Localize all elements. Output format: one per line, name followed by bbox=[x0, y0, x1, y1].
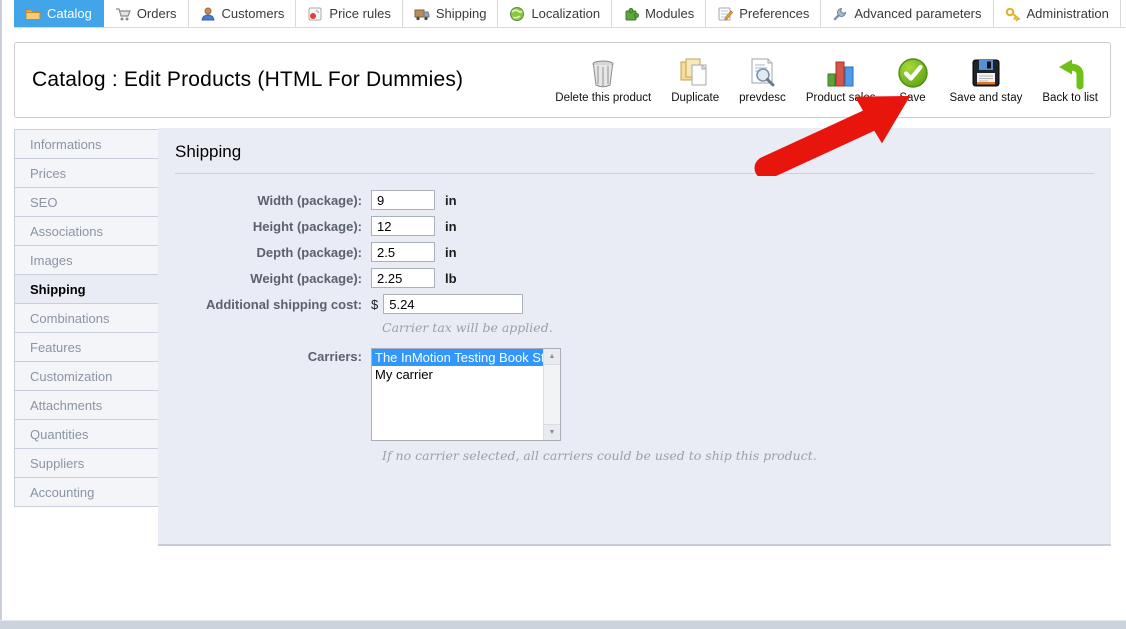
toolbar-button-label: Save and stay bbox=[949, 92, 1023, 104]
sidebar-item-seo[interactable]: SEO bbox=[14, 187, 159, 217]
sidebar-item-shipping[interactable]: Shipping bbox=[14, 274, 159, 304]
toolbar-button-label: Delete this product bbox=[555, 92, 652, 104]
top-navigation: Catalog Orders Customers Price rules Shi… bbox=[14, 0, 1126, 28]
sidebar-item-combinations[interactable]: Combinations bbox=[14, 303, 159, 333]
sidebar-item-features[interactable]: Features bbox=[14, 332, 159, 362]
height-input[interactable] bbox=[371, 216, 435, 236]
notepad-pencil-icon bbox=[717, 6, 734, 22]
nav-tab-label: Customers bbox=[221, 6, 285, 21]
nav-tab-stats[interactable]: Stats bbox=[1121, 0, 1126, 27]
toolbar-button-label: Duplicate bbox=[671, 92, 720, 104]
carriers-multiselect[interactable]: The InMotion Testing Book Store My carri… bbox=[371, 348, 561, 441]
nav-tab-label: Administration bbox=[1026, 6, 1109, 21]
window-left-edge bbox=[0, 0, 2, 629]
shipping-form: Width (package): in Height (package): in… bbox=[158, 190, 1111, 463]
back-to-list-button[interactable]: Back to list bbox=[1042, 56, 1098, 104]
duplicate-icon bbox=[678, 56, 712, 90]
weight-label: Weight (package): bbox=[250, 270, 362, 286]
additional-shipping-cost-input[interactable] bbox=[383, 294, 524, 314]
width-input[interactable] bbox=[371, 190, 435, 210]
scroll-down-arrow-icon[interactable]: ▼ bbox=[544, 424, 560, 440]
shipping-panel: Shipping Width (package): in Height (pac… bbox=[158, 128, 1111, 546]
carriers-label: Carriers: bbox=[307, 349, 362, 364]
nav-tab-label: Advanced parameters bbox=[854, 6, 982, 21]
nav-tab-label: Localization bbox=[531, 6, 601, 21]
section-heading: Shipping bbox=[175, 142, 242, 161]
back-arrow-icon bbox=[1053, 56, 1087, 90]
carrier-option[interactable]: My carrier bbox=[372, 366, 543, 383]
floppy-disk-icon bbox=[969, 56, 1003, 90]
folder-icon bbox=[25, 6, 41, 22]
nav-tab-preferences[interactable]: Preferences bbox=[706, 0, 822, 27]
sidebar-item-attachments[interactable]: Attachments bbox=[14, 390, 159, 420]
price-tag-icon bbox=[307, 6, 323, 22]
nav-tab-label: Modules bbox=[645, 6, 695, 21]
sidebar-item-images[interactable]: Images bbox=[14, 245, 159, 275]
height-unit-label: in bbox=[445, 218, 457, 234]
depth-unit-label: in bbox=[445, 244, 457, 260]
product-edit-sidebar: Informations Prices SEO Associations Ima… bbox=[14, 129, 159, 507]
carriers-option-list: The InMotion Testing Book Store My carri… bbox=[372, 349, 543, 383]
duplicate-button[interactable]: Duplicate bbox=[671, 56, 719, 104]
nav-tab-price-rules[interactable]: Price rules bbox=[296, 0, 403, 27]
nav-tab-label: Shipping bbox=[435, 6, 487, 21]
nav-tab-shipping[interactable]: Shipping bbox=[403, 0, 499, 27]
puzzle-icon bbox=[623, 6, 640, 22]
horizontal-scrollbar-track[interactable] bbox=[0, 620, 1126, 629]
carrier-option-selected[interactable]: The InMotion Testing Book Store bbox=[372, 349, 543, 366]
sidebar-item-customization[interactable]: Customization bbox=[14, 361, 159, 391]
save-and-stay-button[interactable]: Save and stay bbox=[949, 56, 1023, 104]
no-carrier-note: If no carrier selected, all carriers cou… bbox=[382, 448, 817, 463]
nav-tab-catalog[interactable]: Catalog bbox=[14, 0, 104, 27]
sidebar-item-prices[interactable]: Prices bbox=[14, 158, 159, 188]
globe-icon bbox=[509, 6, 525, 22]
nav-tab-label: Catalog bbox=[47, 6, 92, 21]
depth-label: Depth (package): bbox=[256, 244, 362, 260]
nav-tab-advanced-parameters[interactable]: Advanced parameters bbox=[821, 0, 994, 27]
delete-product-button[interactable]: Delete this product bbox=[555, 56, 651, 104]
nav-tab-localization[interactable]: Localization bbox=[498, 0, 613, 27]
customer-icon bbox=[200, 6, 216, 22]
sidebar-item-accounting[interactable]: Accounting bbox=[14, 477, 159, 507]
truck-icon bbox=[414, 6, 430, 22]
nav-tab-label: Price rules bbox=[329, 6, 391, 21]
nav-tab-modules[interactable]: Modules bbox=[612, 0, 707, 27]
cart-icon bbox=[115, 6, 131, 22]
additional-shipping-cost-label: Additional shipping cost: bbox=[206, 296, 362, 312]
width-label: Width (package): bbox=[257, 192, 362, 208]
scroll-up-arrow-icon[interactable]: ▲ bbox=[544, 349, 560, 365]
weight-input[interactable] bbox=[371, 268, 435, 288]
carrier-tax-note: Carrier tax will be applied. bbox=[382, 320, 553, 335]
nav-tab-orders[interactable]: Orders bbox=[104, 0, 189, 27]
page-title: Catalog : Edit Products (HTML For Dummie… bbox=[32, 68, 464, 91]
trash-icon bbox=[586, 56, 620, 90]
sidebar-item-informations[interactable]: Informations bbox=[14, 129, 159, 159]
multiselect-scrollbar[interactable]: ▲ ▼ bbox=[543, 349, 560, 440]
toolbar-button-label: Back to list bbox=[1042, 92, 1098, 104]
key-icon bbox=[1005, 6, 1021, 22]
weight-unit-label: lb bbox=[445, 270, 457, 286]
wrench-icon bbox=[832, 6, 848, 22]
nav-tab-label: Orders bbox=[136, 6, 177, 21]
currency-symbol: $ bbox=[371, 296, 379, 312]
page-header: Catalog : Edit Products (HTML For Dummie… bbox=[14, 42, 1111, 118]
height-label: Height (package): bbox=[252, 218, 362, 234]
sidebar-item-suppliers[interactable]: Suppliers bbox=[14, 448, 159, 478]
nav-tab-customers[interactable]: Customers bbox=[189, 0, 297, 27]
nav-tab-administration[interactable]: Administration bbox=[994, 0, 1121, 27]
width-unit-label: in bbox=[445, 192, 457, 208]
depth-input[interactable] bbox=[371, 242, 435, 262]
heading-divider bbox=[175, 173, 1094, 174]
sidebar-item-quantities[interactable]: Quantities bbox=[14, 419, 159, 449]
nav-tab-label: Preferences bbox=[739, 6, 810, 21]
sidebar-item-associations[interactable]: Associations bbox=[14, 216, 159, 246]
annotation-red-arrow bbox=[754, 96, 910, 176]
